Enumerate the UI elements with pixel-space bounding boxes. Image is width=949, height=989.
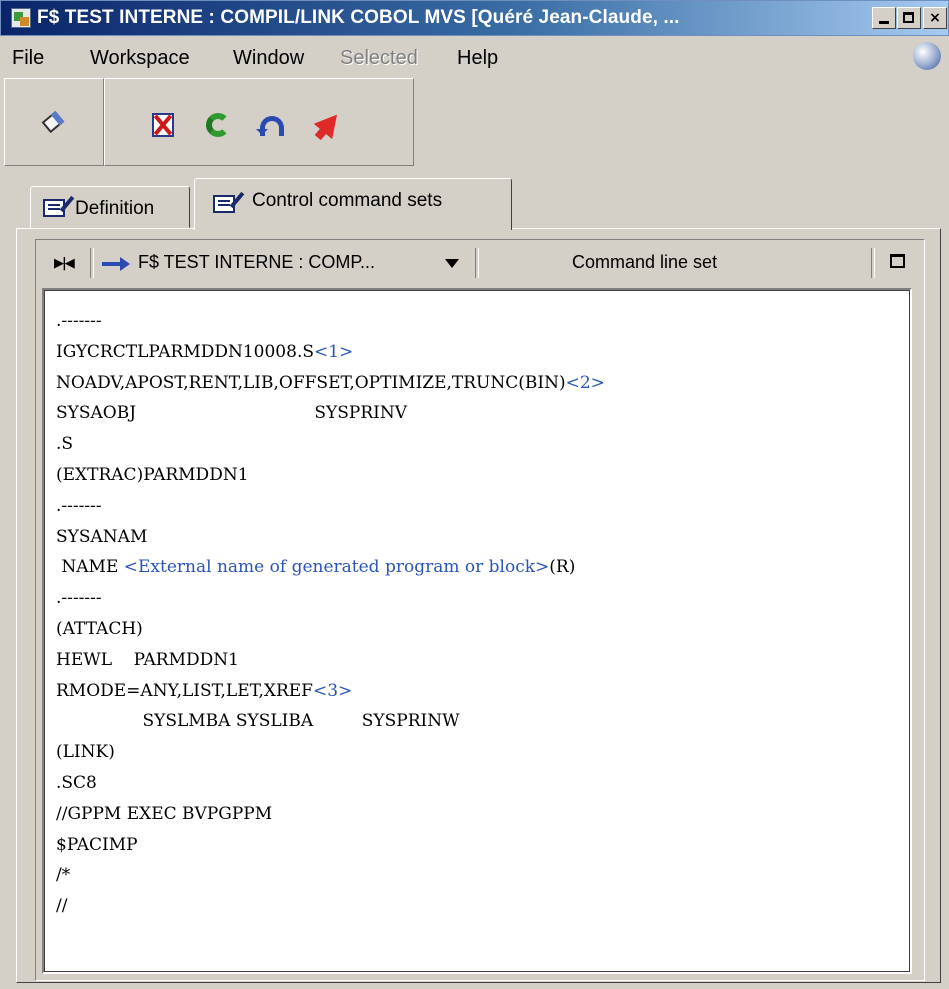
minimize-button[interactable] (872, 7, 896, 29)
header-divider (90, 248, 94, 278)
code-text: IGYCRCTLPARMDDN10008.S (56, 341, 314, 362)
close-icon: × (929, 10, 941, 26)
command-set-frame: ▶|◀ F$ TEST INTERNE : COMP... Command li… (35, 239, 925, 981)
title-bar[interactable]: F$ TEST INTERNE : COMPIL/LINK COBOL MVS … (0, 0, 949, 36)
maximize-panel-icon[interactable] (890, 254, 905, 268)
delete-icon[interactable] (152, 113, 174, 137)
code-text: .------- (56, 311, 102, 331)
code-text: (EXTRAC)PARMDDN1 (56, 464, 249, 485)
menu-help[interactable]: Help (457, 47, 498, 69)
code-text: (R) (549, 557, 576, 578)
app-icon[interactable] (11, 8, 31, 28)
code-text: RMODE=ANY,LIST,LET,XREF (56, 680, 313, 701)
code-line: $PACIMP (56, 830, 605, 861)
code-line: .SC8 (56, 768, 605, 799)
code-variable: <2> (565, 372, 605, 393)
menu-selected: Selected (340, 47, 418, 69)
code-text: NAME (56, 557, 124, 578)
menu-window[interactable]: Window (233, 47, 304, 69)
tab-panel: ▶|◀ F$ TEST INTERNE : COMP... Command li… (16, 228, 941, 983)
maximize-button[interactable] (897, 7, 921, 29)
code-text: (ATTACH) (56, 618, 143, 639)
code-text: // (56, 896, 68, 917)
code-line: NAME <External name of generated program… (56, 552, 605, 583)
command-line-set-label: Command line set (572, 252, 718, 272)
undo-icon[interactable] (256, 116, 284, 136)
edit-icon (43, 199, 65, 217)
code-text: SYSANAM (56, 526, 148, 547)
code-line: IGYCRCTLPARMDDN10008.S<1> (56, 337, 605, 368)
code-line: // (56, 891, 605, 922)
code-text: (LINK) (56, 742, 115, 763)
code-variable: <External name of generated program or b… (123, 557, 550, 578)
code-line: HEWL PARMDDN1 (56, 645, 605, 676)
menu-bar: File Workspace Window Selected Help (0, 37, 949, 75)
code-text: $PACIMP (56, 834, 138, 855)
code-line: .------- (56, 583, 605, 614)
toolbar-group-actions (104, 78, 414, 166)
code-line: (LINK) (56, 737, 605, 768)
tab-control-command-sets[interactable]: Control command sets (194, 178, 512, 230)
window-title: F$ TEST INTERNE : COMPIL/LINK COBOL MVS … (37, 7, 680, 28)
code-line: (EXTRAC)PARMDDN1 (56, 460, 605, 491)
code-text: HEWL PARMDDN1 (56, 649, 239, 670)
code-text: SYSLMBA SYSLIBA SYSPRINW (56, 711, 460, 732)
menu-workspace[interactable]: Workspace (90, 47, 190, 69)
code-line: /* (56, 860, 605, 891)
globe-icon (913, 42, 941, 70)
tab-definition-label: Definition (75, 198, 155, 219)
code-text: .S (56, 434, 74, 455)
code-text: .------- (56, 495, 102, 516)
code-text: .SC8 (56, 772, 97, 793)
code-line: (ATTACH) (56, 614, 605, 645)
maximize-icon (903, 12, 914, 23)
code-variable: <1> (314, 341, 354, 362)
edit-icon (213, 195, 235, 213)
arrow-right-icon (102, 257, 130, 271)
code-line: SYSLMBA SYSLIBA SYSPRINW (56, 706, 605, 737)
code-line: .------- (56, 491, 605, 522)
code-text: SYSAOBJ SYSPRINV (56, 403, 407, 424)
code-line: NOADV,APOST,RENT,LIB,OFFSET,OPTIMIZE,TRU… (56, 368, 605, 399)
code-text: /* (56, 865, 71, 886)
menu-file[interactable]: File (12, 47, 44, 69)
refresh-icon[interactable] (206, 113, 230, 137)
header-divider (475, 248, 479, 278)
code-line: //GPPM EXEC BVPGPPM (56, 799, 605, 830)
code-variable: <3> (312, 680, 353, 701)
command-editor[interactable]: .------- IGYCRCTLPARMDDN10008.S<1> NOADV,A… (42, 288, 912, 974)
code-line: SYSAOBJ SYSPRINV (56, 398, 605, 429)
code-text: .------- (56, 588, 102, 609)
code-line: .S (56, 429, 605, 460)
code-line: .------- (56, 306, 605, 337)
collapse-icon[interactable]: ▶|◀ (54, 256, 75, 271)
close-button[interactable]: × (923, 7, 947, 29)
code-text: NOADV,APOST,RENT,LIB,OFFSET,OPTIMIZE,TRU… (56, 372, 566, 393)
code-line: RMODE=ANY,LIST,LET,XREF<3> (56, 676, 605, 707)
header-divider (871, 248, 875, 278)
tab-control-command-sets-label: Control command sets (252, 190, 443, 211)
toolbar (0, 78, 949, 168)
code-text: //GPPM EXEC BVPGPPM (56, 803, 273, 824)
panel-header: ▶|◀ F$ TEST INTERNE : COMP... Command li… (38, 242, 922, 284)
chevron-down-icon[interactable] (445, 259, 459, 268)
code-content: .------- IGYCRCTLPARMDDN10008.S<1> NOADV,A… (56, 306, 605, 922)
code-line: SYSANAM (56, 522, 605, 553)
command-set-selector[interactable]: F$ TEST INTERNE : COMP... (138, 252, 375, 273)
tab-definition[interactable]: Definition (30, 186, 190, 228)
minimize-icon (879, 21, 889, 24)
